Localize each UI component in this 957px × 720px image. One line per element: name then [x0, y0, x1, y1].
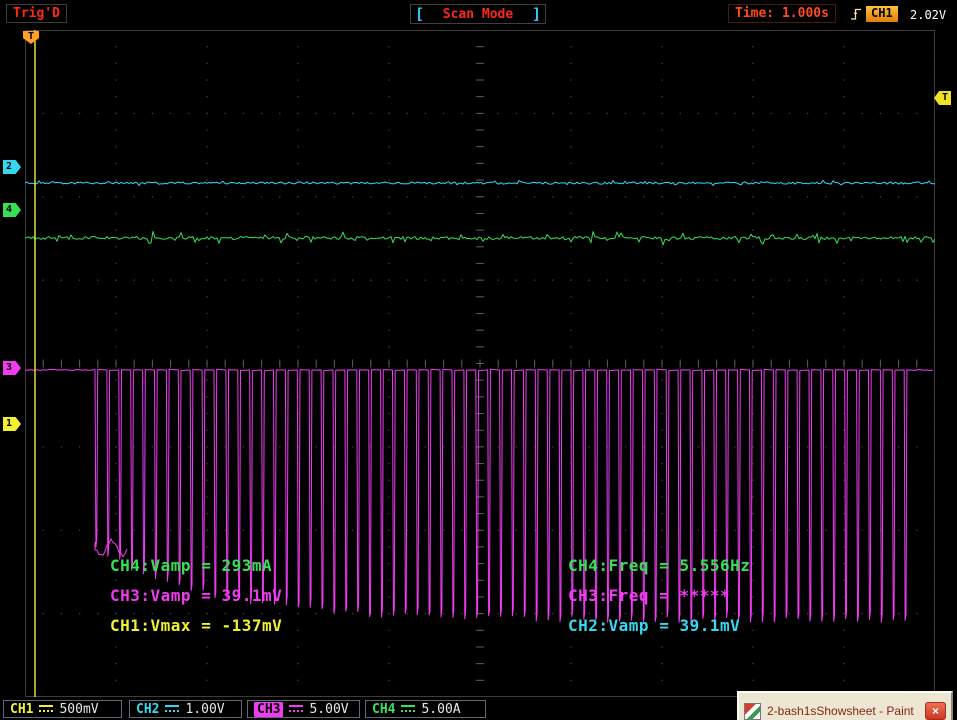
mode-label: Scan Mode [442, 6, 514, 22]
trigger-edge-icon [850, 6, 863, 23]
ch2-scale: 1.00V [185, 701, 225, 717]
ch2-zero-marker[interactable]: 2 [3, 160, 21, 174]
trigger-source-badge: CH1 [866, 6, 898, 22]
popup-title: 2-bash1sShowsheet - Paint [767, 704, 914, 718]
trigger-level-marker[interactable]: T [934, 91, 951, 105]
bracket-left: [ [415, 5, 425, 23]
ch1-label: CH1 [10, 701, 34, 717]
paint-app-icon [744, 702, 761, 720]
ch1-zero-marker[interactable]: 1 [3, 417, 21, 431]
measurement-ch3-freq: CH3:Freq = ***** [568, 586, 731, 605]
paint-window-popup[interactable]: 2-bash1sShowsheet - Paint × [737, 691, 953, 720]
timebase-readout: Time: 1.000s [728, 4, 836, 23]
oscilloscope-screen: Trig'D [ Scan Mode ] Time: 1.000s CH1 2.… [0, 0, 957, 720]
ch4-zero-marker[interactable]: 4 [3, 203, 21, 217]
ch3-scale: 5.00V [309, 701, 349, 717]
top-status-bar: Trig'D [ Scan Mode ] Time: 1.000s CH1 2.… [0, 0, 957, 30]
measurement-ch3-vamp: CH3:Vamp = 39.1mV [110, 586, 283, 605]
channel-box-ch1[interactable]: CH1 500mV [3, 700, 122, 718]
dc-coupling-icon [401, 704, 416, 714]
ch1-scale: 500mV [59, 701, 99, 717]
scan-mode-indicator: [ Scan Mode ] [410, 4, 546, 24]
trigger-level-readout: 2.02V [910, 8, 947, 22]
dc-coupling-icon [289, 704, 304, 714]
measurement-ch2-vamp: CH2:Vamp = 39.1mV [568, 616, 741, 635]
bracket-right: ] [531, 5, 541, 23]
channel-box-ch4[interactable]: CH4 5.00A [365, 700, 486, 718]
popup-close-button[interactable]: × [925, 702, 946, 720]
ch3-label: CH3 [254, 701, 284, 717]
ch4-scale: 5.00A [421, 701, 461, 717]
dc-coupling-icon [165, 704, 180, 714]
ch2-label: CH2 [136, 701, 160, 717]
measurement-ch4-freq: CH4:Freq = 5.556Hz [568, 556, 751, 575]
measurement-ch1-vmax: CH1:Vmax = -137mV [110, 616, 283, 635]
channel-box-ch2[interactable]: CH2 1.00V [129, 700, 242, 718]
measurement-ch4-vamp: CH4:Vamp = 293mA [110, 556, 273, 575]
ch4-label: CH4 [372, 701, 396, 717]
dc-coupling-icon [39, 704, 54, 714]
channel-box-ch3[interactable]: CH3 5.00V [247, 700, 360, 718]
trigger-status: Trig'D [6, 4, 67, 23]
ch3-zero-marker[interactable]: 3 [3, 361, 21, 375]
